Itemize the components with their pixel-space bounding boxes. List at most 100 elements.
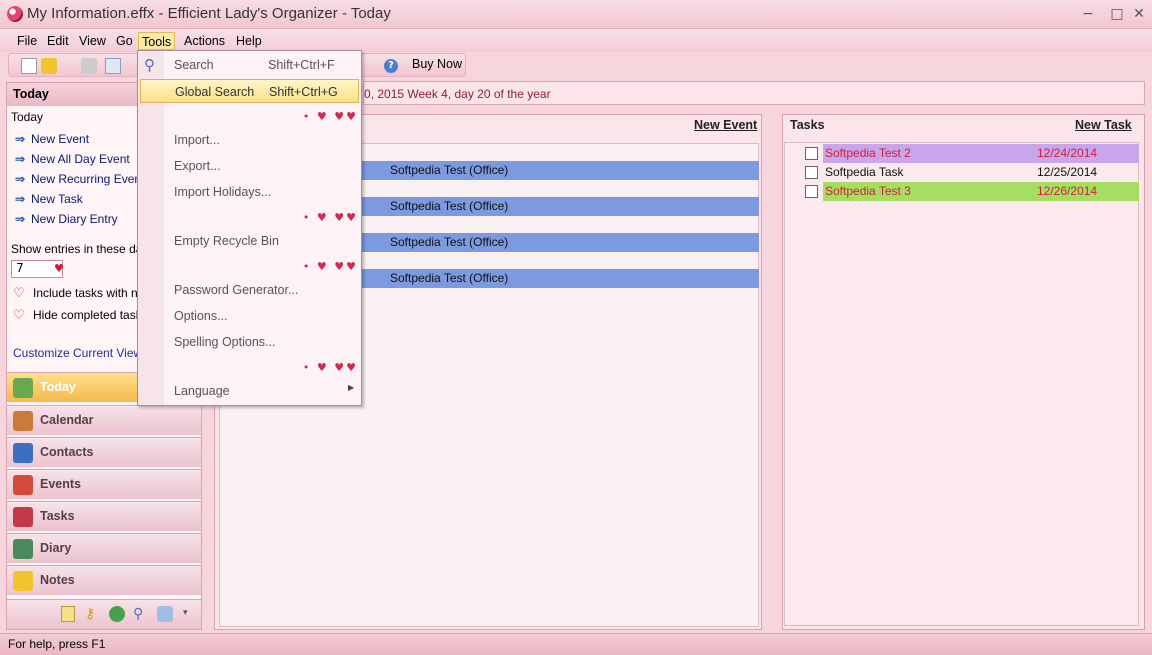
menu-label: Options... [174, 309, 228, 323]
new-event-link[interactable]: ⇒ New Event [15, 132, 89, 150]
title-bar: My Information.effx - Efficient Lady's O… [0, 0, 1152, 29]
menu-label: Spelling Options... [174, 335, 276, 349]
menu-password-generator[interactable]: Password Generator... [140, 278, 359, 302]
menu-label: Import... [174, 133, 220, 147]
nav-calendar[interactable]: Calendar [7, 405, 201, 435]
task-row[interactable]: Softpedia Test 2 12/24/2014 [785, 144, 1139, 163]
menu-actions[interactable]: Actions [181, 32, 228, 50]
close-button[interactable]: ✕ [1126, 4, 1152, 24]
nav-notes[interactable]: Notes [7, 565, 201, 595]
nav-footer: ⚷ ⚲ ▾ [7, 599, 201, 629]
tasks-panel: Tasks New Task Softpedia Test 2 12/24/20… [782, 114, 1145, 630]
nav-contacts[interactable]: Contacts [7, 437, 201, 467]
menu-edit[interactable]: Edit [44, 32, 72, 50]
heart-checkbox-icon[interactable]: ♡ [13, 287, 27, 301]
date-bar: 0, 2015 Week 4, day 20 of the year [363, 81, 1145, 105]
search-icon: ⚲ [144, 57, 155, 74]
task-checkbox[interactable] [805, 166, 818, 179]
menu-search[interactable]: ⚲ Search Shift+Ctrl+F [140, 53, 359, 77]
include-tasks-label: Include tasks with no [33, 286, 145, 300]
nav-label: Notes [40, 573, 75, 587]
new-event-button[interactable]: New Event [694, 118, 757, 132]
print-icon[interactable] [81, 58, 97, 74]
menu-bar: File Edit View Go Tools Actions Help [0, 29, 1152, 52]
search-icon[interactable]: ⚲ [133, 606, 149, 622]
minimize-button[interactable]: − [1075, 4, 1101, 24]
chevron-down-icon[interactable]: ▾ [183, 608, 188, 618]
menu-label: Language [174, 384, 230, 398]
task-row[interactable]: Softpedia Test 3 12/26/2014 [785, 182, 1139, 201]
heart-checkbox-icon[interactable]: ♡ [13, 309, 27, 323]
tasks-title: Tasks [790, 118, 825, 132]
globe-icon[interactable] [109, 606, 125, 622]
menu-tools[interactable]: Tools [138, 32, 176, 50]
arrow-icon: ⇒ [15, 212, 26, 226]
task-row[interactable]: Softpedia Task 12/25/2014 [785, 163, 1139, 182]
new-recurring-event-link[interactable]: ⇒ New Recurring Event [15, 172, 144, 190]
notes-icon [13, 571, 33, 591]
new-diary-entry-link[interactable]: ⇒ New Diary Entry [15, 212, 118, 230]
notes-small-icon[interactable] [61, 606, 75, 622]
show-entries-label: Show entries in these days [11, 242, 155, 256]
nav-label: Calendar [40, 413, 94, 427]
arrow-icon: ⇒ [15, 172, 26, 186]
menu-label: Export... [174, 159, 221, 173]
arrow-icon: ⇒ [15, 192, 26, 206]
contacts-icon [13, 443, 33, 463]
home-icon [13, 378, 33, 398]
key-icon[interactable]: ⚷ [85, 606, 101, 622]
menu-language[interactable]: Language ▶ [140, 379, 359, 403]
calendar-icon [13, 411, 33, 431]
days-input[interactable]: 7 ♥ [11, 260, 64, 278]
menu-export[interactable]: Export... [140, 154, 359, 178]
heart-dropdown-icon[interactable]: ♥ [54, 262, 64, 275]
help-icon[interactable]: ? [384, 59, 398, 73]
sync-icon[interactable] [157, 606, 173, 622]
menu-help[interactable]: Help [233, 32, 265, 50]
nav-diary[interactable]: Diary [7, 533, 201, 563]
submenu-arrow-icon: ▶ [348, 383, 355, 392]
new-document-icon[interactable] [21, 58, 37, 74]
hearts-separator: • ♥ ♥♥ [302, 110, 358, 123]
menu-label: Empty Recycle Bin [174, 234, 279, 248]
window-title: My Information.effx - Efficient Lady's O… [27, 5, 391, 22]
nav-label: Contacts [40, 445, 94, 459]
status-text: For help, press F1 [8, 637, 106, 651]
menu-global-search[interactable]: Global Search Shift+Ctrl+G [140, 79, 359, 103]
hearts-separator: • ♥ ♥♥ [302, 260, 358, 273]
task-date: 12/26/2014 [1037, 184, 1098, 198]
nav-events[interactable]: Events [7, 469, 201, 499]
events-icon [13, 475, 33, 495]
menu-import[interactable]: Import... [140, 128, 359, 152]
hearts-separator: • ♥ ♥♥ [302, 361, 358, 374]
menu-file[interactable]: File [14, 32, 40, 50]
menu-shortcut: Shift+Ctrl+F [268, 58, 335, 72]
task-date: 12/25/2014 [1037, 165, 1098, 179]
menu-shortcut: Shift+Ctrl+G [269, 85, 338, 99]
buy-now-button[interactable]: Buy Now [412, 57, 462, 71]
app-icon[interactable] [7, 6, 23, 22]
menu-spelling-options[interactable]: Spelling Options... [140, 330, 359, 354]
new-task-button[interactable]: New Task [1075, 118, 1132, 132]
new-task-link[interactable]: ⇒ New Task [15, 192, 83, 210]
menu-label: Import Holidays... [174, 185, 272, 199]
days-value: 7 [16, 261, 24, 275]
menu-go[interactable]: Go [113, 32, 136, 50]
diary-icon [13, 539, 33, 559]
new-all-day-event-link[interactable]: ⇒ New All Day Event [15, 152, 130, 170]
date-info: 0, 2015 Week 4, day 20 of the year [364, 87, 551, 101]
menu-import-holidays[interactable]: Import Holidays... [140, 180, 359, 204]
task-checkbox[interactable] [805, 185, 818, 198]
task-name: Softpedia Task [825, 165, 904, 179]
menu-label: Search [174, 58, 214, 72]
customize-view-link[interactable]: Customize Current View... [13, 346, 152, 360]
nav-tasks[interactable]: Tasks [7, 501, 201, 531]
task-checkbox[interactable] [805, 147, 818, 160]
menu-label: Password Generator... [174, 283, 299, 297]
menu-empty-recycle-bin[interactable]: Empty Recycle Bin [140, 229, 359, 253]
menu-options[interactable]: Options... [140, 304, 359, 328]
menu-view[interactable]: View [76, 32, 109, 50]
open-folder-icon[interactable] [41, 58, 57, 74]
preview-icon[interactable] [105, 58, 121, 74]
hide-completed-label: Hide completed tasks [33, 308, 148, 322]
